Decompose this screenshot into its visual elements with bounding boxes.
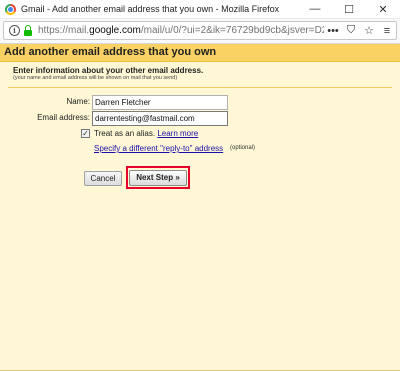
url-text[interactable]: https://mail.google.com/mail/u/0/?ui=2&i…: [38, 25, 324, 36]
pocket-icon[interactable]: ⛉: [342, 24, 360, 37]
window-title: Gmail - Add another email address that y…: [21, 4, 280, 14]
optional-note: (optional): [230, 145, 256, 151]
address-bar[interactable]: i https://mail.google.com/mail/u/0/?ui=2…: [3, 21, 397, 40]
url-prefix: https://mail.: [38, 25, 90, 36]
lock-icon[interactable]: [24, 24, 32, 36]
dialog-header: Add another email address that you own: [0, 44, 400, 62]
section-heading: Enter information about your other email…: [13, 66, 204, 75]
bookmark-star-icon[interactable]: ☆: [360, 24, 378, 37]
navigation-bar: i https://mail.google.com/mail/u/0/?ui=2…: [0, 19, 400, 44]
next-step-button[interactable]: Next Step »: [129, 170, 187, 186]
dialog-page: Add another email address that you own E…: [0, 44, 400, 371]
cancel-button[interactable]: Cancel: [84, 171, 122, 186]
page-actions-icon[interactable]: •••: [324, 25, 342, 37]
maximize-button[interactable]: ☐: [332, 0, 366, 18]
window-titlebar: Gmail - Add another email address that y…: [0, 0, 400, 19]
close-button[interactable]: ✕: [366, 0, 400, 18]
name-label: Name:: [66, 97, 90, 106]
alias-row: Treat as an alias. Learn more: [94, 129, 198, 138]
section-divider: [8, 87, 392, 88]
firefox-app-icon: [5, 3, 16, 15]
alias-label: Treat as an alias.: [94, 129, 156, 138]
learn-more-link[interactable]: Learn more: [157, 129, 198, 138]
alias-checkbox[interactable]: ✓: [81, 129, 90, 138]
hamburger-menu-icon[interactable]: ≡: [378, 25, 396, 37]
name-input[interactable]: [92, 95, 228, 110]
dialog-title: Add another email address that you own: [4, 46, 217, 58]
info-icon[interactable]: i: [9, 25, 20, 36]
email-input[interactable]: [92, 111, 228, 126]
url-host: google.com: [89, 25, 141, 36]
url-path: /mail/u/0/?ui=2&ik=76729bd9cb&jsver=D2We: [140, 25, 324, 36]
email-label: Email address:: [37, 113, 90, 122]
reply-to-link[interactable]: Specify a different "reply-to" address: [94, 144, 223, 153]
minimize-button[interactable]: —: [298, 0, 332, 18]
section-subheading: (your name and email address will be sho…: [13, 75, 178, 81]
